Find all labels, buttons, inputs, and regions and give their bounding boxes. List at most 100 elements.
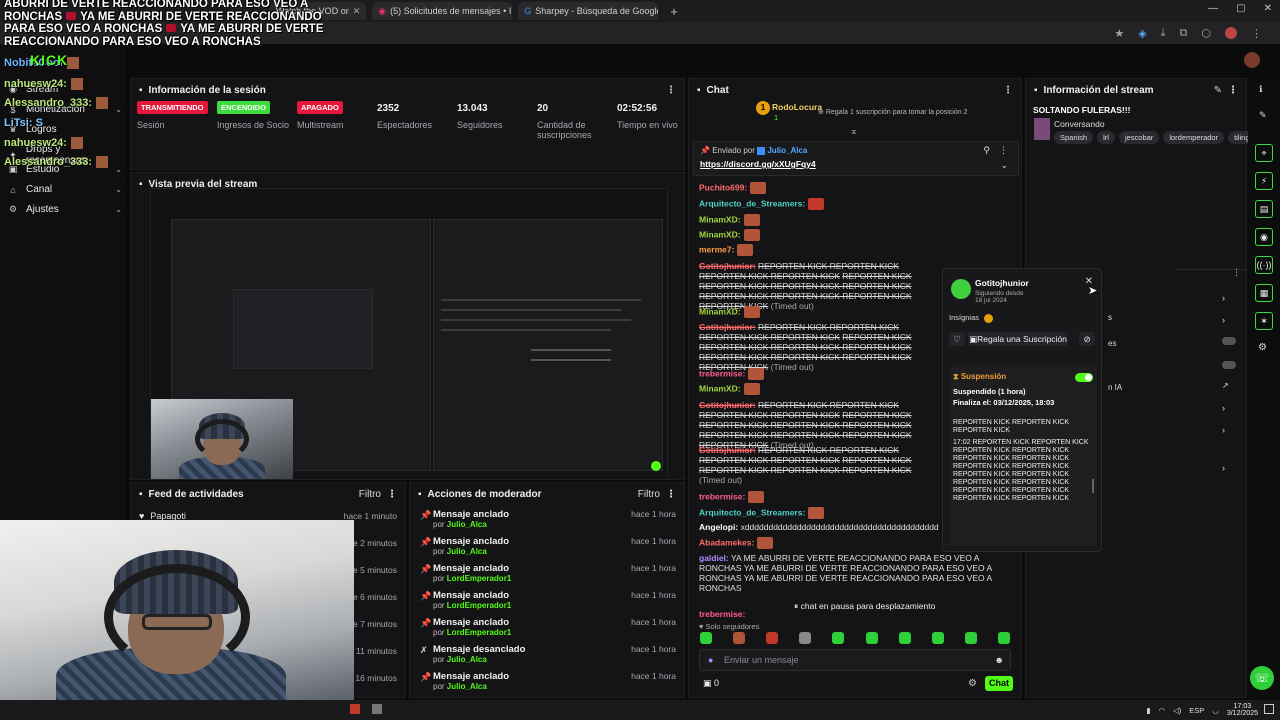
chat-username[interactable]: MinamXD: bbox=[699, 306, 741, 316]
mic-icon[interactable]: ▮ bbox=[1146, 706, 1150, 715]
chat-username[interactable]: Gotitojhunior: bbox=[699, 445, 756, 455]
emote-icon[interactable] bbox=[700, 632, 712, 644]
flash-button[interactable]: ⚡ bbox=[1255, 172, 1273, 190]
stream-category[interactable]: Conversando bbox=[1054, 119, 1105, 129]
chat-username[interactable]: Arquitecto_de_Streamers: bbox=[699, 507, 805, 517]
more-icon[interactable]: ⋮ bbox=[1003, 85, 1013, 96]
help-button[interactable]: ☏ bbox=[1250, 666, 1274, 690]
tools-button[interactable]: ✶ bbox=[1255, 312, 1273, 330]
chat-input[interactable]: Enviar un mensaje ● ☻ bbox=[699, 649, 1011, 671]
emote-icon[interactable] bbox=[964, 632, 977, 644]
close-icon[interactable]: ✕ bbox=[353, 6, 361, 17]
top-gifter-name[interactable]: RodoLocura bbox=[772, 102, 822, 112]
chat-username[interactable]: trebermise: bbox=[699, 491, 745, 501]
sidebar-item-ajustes[interactable]: ⚙ Ajustes ⌄ bbox=[8, 204, 122, 215]
raid-button[interactable]: ⌖ bbox=[1255, 144, 1273, 162]
chat-username[interactable]: galdiel: bbox=[699, 553, 729, 563]
info-icon[interactable]: ℹ bbox=[1259, 84, 1262, 95]
browser-tab[interactable]: ◉(5) Solicitudes de mensajes • I✕ bbox=[372, 2, 513, 20]
minimize-icon[interactable]: — bbox=[1208, 3, 1218, 14]
emote-icon[interactable] bbox=[766, 632, 779, 644]
mod-user[interactable]: LordEmperador1 bbox=[447, 574, 511, 583]
chat-username[interactable]: Angelopi: bbox=[699, 522, 738, 532]
mod-user[interactable]: Julio_Alca bbox=[447, 547, 487, 556]
browser-tab[interactable]: GSharpey - Búsqueda de Google✕ bbox=[518, 2, 659, 20]
mod-user[interactable]: Julio_Alca bbox=[447, 520, 487, 529]
more-icon[interactable]: ⋮ bbox=[666, 85, 676, 96]
chevron-right-icon[interactable]: › bbox=[1222, 293, 1225, 303]
volume-icon[interactable]: ◁) bbox=[1173, 706, 1181, 715]
chevron-down-icon[interactable]: ⌄ bbox=[1000, 160, 1008, 171]
points-counter[interactable]: ▣ 0 bbox=[703, 678, 719, 689]
user-avatar[interactable] bbox=[1244, 52, 1260, 68]
gear-icon[interactable]: ⚙ bbox=[968, 678, 977, 689]
emote-icon[interactable] bbox=[799, 632, 812, 644]
filter-button[interactable]: Filtro bbox=[638, 489, 660, 500]
emote-icon[interactable] bbox=[865, 632, 878, 644]
chat-username[interactable]: MinamXD: bbox=[699, 229, 741, 239]
chevron-right-icon[interactable]: › bbox=[1222, 315, 1225, 325]
chat-username[interactable]: Arquitecto_de_Streamers: bbox=[699, 198, 805, 208]
taskbar-app-icon[interactable] bbox=[372, 704, 382, 714]
new-tab-button[interactable]: + bbox=[664, 4, 684, 19]
tag[interactable]: lrl bbox=[1097, 131, 1115, 144]
close-window-icon[interactable]: ✕ bbox=[1264, 3, 1272, 14]
emote-icon[interactable] bbox=[733, 632, 746, 644]
more-icon[interactable]: ⋮ bbox=[1232, 267, 1241, 278]
chat-toggle-button[interactable]: ◉ bbox=[1255, 228, 1273, 246]
external-icon[interactable]: ↗ bbox=[1222, 381, 1229, 390]
suspension-toggle[interactable] bbox=[1075, 373, 1093, 382]
more-icon[interactable]: ⋮ bbox=[387, 489, 397, 500]
chevron-right-icon[interactable]: › bbox=[1222, 403, 1225, 413]
chat-username[interactable]: trebermise: bbox=[699, 609, 745, 619]
edit-icon[interactable]: ✎ bbox=[1259, 110, 1267, 121]
toggle-switch[interactable] bbox=[1222, 337, 1236, 345]
scrollbar[interactable] bbox=[1092, 479, 1094, 493]
gift-sub-button[interactable]: ▣ Regala una Suscripción bbox=[968, 332, 1068, 346]
settings-icon[interactable]: ⚙ bbox=[1258, 342, 1267, 353]
edit-icon[interactable]: ✎ bbox=[1214, 85, 1222, 96]
wifi-icon[interactable]: ◡ bbox=[1212, 706, 1219, 715]
broadcast-button[interactable]: ((·)) bbox=[1255, 256, 1273, 274]
emote-picker-icon[interactable]: ● bbox=[708, 655, 713, 665]
chat-username[interactable]: Puchito699: bbox=[699, 182, 747, 192]
collapse-icon[interactable]: ⌅ bbox=[850, 126, 858, 137]
pinned-link[interactable]: https://discord.gg/xXUgFqy4 bbox=[700, 159, 816, 169]
network-icon[interactable]: ◠ bbox=[1158, 706, 1165, 715]
emote-icon[interactable] bbox=[997, 632, 1010, 644]
more-icon[interactable]: ⋮ bbox=[1228, 85, 1238, 96]
profile-avatar[interactable] bbox=[1225, 27, 1237, 39]
chat-username[interactable]: Gotitojhunior: bbox=[699, 322, 756, 332]
toggle-switch[interactable] bbox=[1222, 361, 1236, 369]
gift-prompt[interactable]: ⊕ Regala 1 suscripción para tomar la pos… bbox=[818, 108, 967, 116]
chat-username[interactable]: merme7: bbox=[699, 244, 734, 254]
sidebar-item-canal[interactable]: ⌂ Canal ⌄ bbox=[8, 184, 122, 195]
mod-user[interactable]: LordEmperador1 bbox=[447, 601, 511, 610]
filter-button[interactable]: Filtro bbox=[359, 489, 381, 500]
tag[interactable]: Spanish bbox=[1054, 131, 1094, 144]
layout-button[interactable]: ▦ bbox=[1255, 284, 1273, 302]
chat-username[interactable]: MinamXD: bbox=[699, 383, 741, 393]
pin-toggle-icon[interactable]: ⚲ bbox=[983, 145, 990, 156]
pinned-user[interactable]: Julio_Alca bbox=[767, 146, 807, 155]
more-icon[interactable]: ⋮ bbox=[999, 145, 1008, 156]
emote-icon[interactable] bbox=[931, 632, 944, 644]
chat-username[interactable]: Gotitojhunior: bbox=[699, 400, 756, 410]
clip-button[interactable]: ▤ bbox=[1255, 200, 1273, 218]
mod-user[interactable]: LordEmperador1 bbox=[447, 628, 511, 637]
emote-icon[interactable] bbox=[898, 632, 911, 644]
tag[interactable]: jescobar bbox=[1118, 131, 1160, 144]
puzzle-icon[interactable]: ⧉ bbox=[1180, 27, 1188, 40]
extension-icon[interactable]: ◈ bbox=[1138, 27, 1146, 40]
clock[interactable]: 17:03 3/12/2025 bbox=[1227, 703, 1258, 717]
chat-username[interactable]: Abadamekes: bbox=[699, 537, 754, 547]
mod-actions-button[interactable]: ⊘ bbox=[1079, 332, 1095, 346]
shield-icon[interactable]: ⬡ bbox=[1201, 27, 1211, 40]
maximize-icon[interactable]: ▢ bbox=[1236, 3, 1245, 14]
chevron-right-icon[interactable]: › bbox=[1222, 425, 1225, 435]
chat-username[interactable]: MinamXD: bbox=[699, 214, 741, 224]
download-icon[interactable]: ⤓ bbox=[1161, 27, 1166, 40]
mod-user[interactable]: Julio_Alca bbox=[447, 682, 487, 691]
chat-username[interactable]: trebermise: bbox=[699, 368, 745, 378]
star-icon[interactable]: ★ bbox=[1114, 27, 1124, 40]
